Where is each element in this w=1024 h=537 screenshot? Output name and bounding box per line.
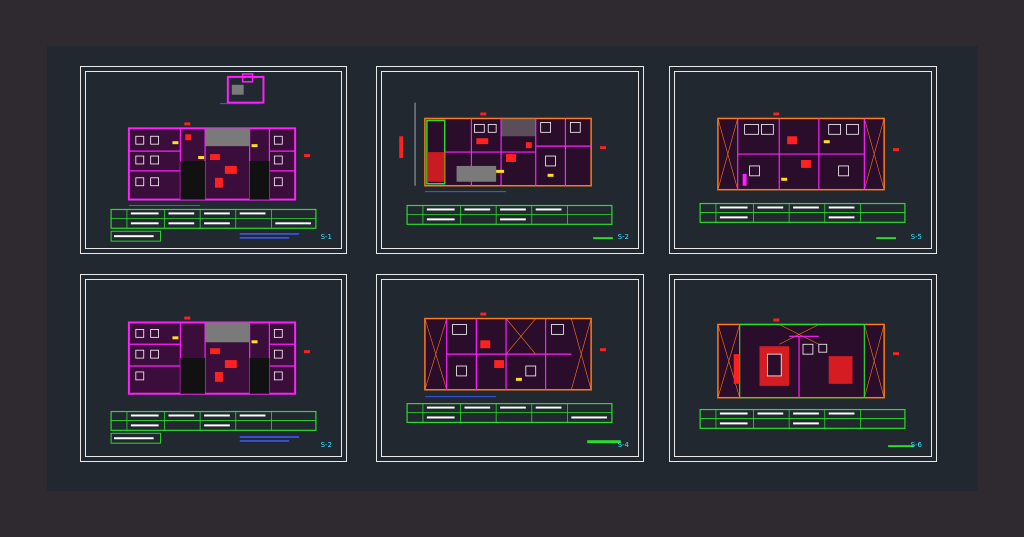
sheet-number-label: S-5 — [910, 233, 922, 241]
drawing-sheet-3[interactable]: S-5 — [669, 66, 937, 254]
drawing-sheet-4[interactable]: S-2 — [80, 274, 347, 462]
model-space-canvas[interactable]: S-1 S-2 S-5 S-2 S-4 S-6 — [47, 46, 978, 491]
floor-plan-drawing — [699, 318, 914, 448]
sheet-number-label: S-4 — [617, 441, 629, 449]
floor-plan-drawing — [399, 102, 613, 240]
drawing-sheet-5[interactable]: S-4 — [376, 274, 644, 462]
sheet-number-label: S-2 — [617, 233, 629, 241]
drawing-sheet-2[interactable]: S-2 — [376, 66, 644, 254]
floor-plan-drawing — [110, 316, 317, 444]
drawing-sheet-1[interactable]: S-1 — [80, 66, 347, 254]
sheet-number-label: S-2 — [320, 441, 332, 449]
floor-plan-drawing — [406, 312, 621, 444]
sheet-number-label: S-1 — [320, 233, 332, 241]
sheet-number-label: S-6 — [910, 441, 922, 449]
floor-plan-drawing — [110, 73, 317, 242]
floor-plan-drawing — [699, 112, 906, 240]
drawing-sheet-6[interactable]: S-6 — [669, 274, 937, 462]
